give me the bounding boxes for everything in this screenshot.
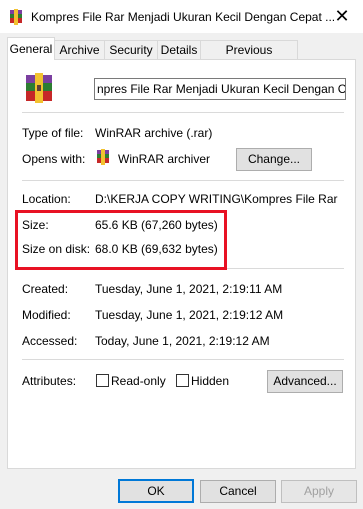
readonly-checkbox[interactable]	[96, 374, 109, 387]
general-panel: npres File Rar Menjadi Ukuran Kecil Deng…	[7, 59, 356, 469]
title-bar: Kompres File Rar Menjadi Ukuran Kecil De…	[0, 0, 363, 33]
tab-details[interactable]: Details	[157, 40, 201, 59]
readonly-label[interactable]: Read-only	[111, 374, 166, 388]
location-label: Location:	[22, 192, 71, 206]
winrar-icon	[10, 9, 22, 25]
location-value: D:\KERJA COPY WRITING\Kompres File Rar M…	[95, 192, 341, 206]
file-name-field[interactable]: npres File Rar Menjadi Ukuran Kecil Deng…	[94, 78, 346, 100]
winrar-file-icon	[26, 73, 52, 103]
accessed-value: Today, June 1, 2021, 2:19:12 AM	[95, 334, 270, 348]
cancel-button[interactable]: Cancel	[200, 480, 276, 503]
type-label: Type of file:	[22, 126, 84, 140]
tab-previous-versions[interactable]: Previous Versions	[200, 40, 298, 75]
ok-button[interactable]: OK	[118, 479, 194, 503]
change-button[interactable]: Change...	[236, 148, 312, 171]
divider	[22, 359, 344, 360]
opens-with-value: WinRAR archiver	[118, 152, 211, 166]
tab-security[interactable]: Security	[104, 40, 158, 59]
opens-with-label: Opens with:	[22, 152, 86, 166]
window-title: Kompres File Rar Menjadi Ukuran Kecil De…	[31, 10, 336, 24]
tab-archive[interactable]: Archive	[54, 40, 105, 59]
tab-general[interactable]: General	[7, 37, 55, 60]
accessed-label: Accessed:	[22, 334, 78, 348]
attributes-label: Attributes:	[22, 374, 77, 388]
apply-button[interactable]: Apply	[281, 480, 357, 503]
modified-value: Tuesday, June 1, 2021, 2:19:12 AM	[95, 308, 284, 322]
created-value: Tuesday, June 1, 2021, 2:19:11 AM	[95, 282, 283, 296]
advanced-button[interactable]: Advanced...	[267, 370, 343, 393]
created-label: Created:	[22, 282, 69, 296]
winrar-app-icon	[97, 149, 109, 165]
hidden-checkbox[interactable]	[176, 374, 189, 387]
close-button[interactable]: ✕	[327, 2, 357, 30]
hidden-label[interactable]: Hidden	[191, 374, 229, 388]
modified-label: Modified:	[22, 308, 71, 322]
divider	[22, 112, 344, 113]
type-value: WinRAR archive (.rar)	[95, 126, 213, 140]
size-highlight-box	[15, 210, 227, 270]
divider	[22, 180, 344, 181]
